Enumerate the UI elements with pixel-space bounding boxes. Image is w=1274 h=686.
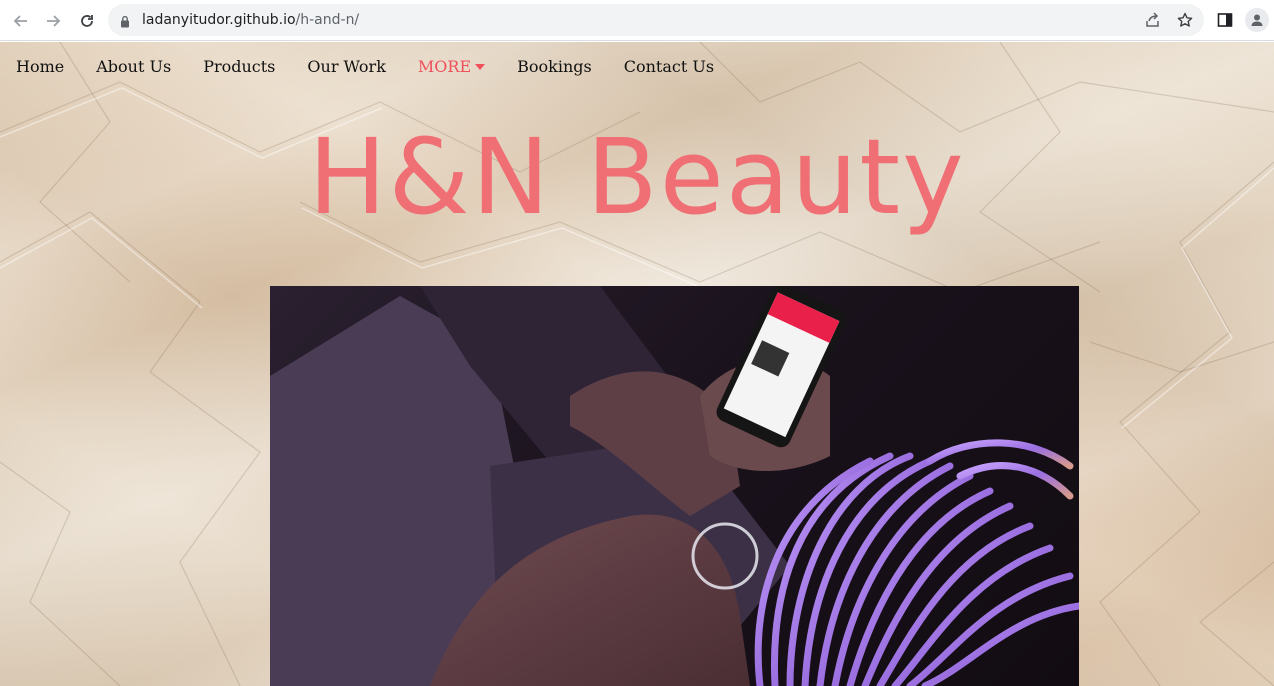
browser-toolbar: ladanyitudor.github.io/h-and-n/ xyxy=(0,0,1274,41)
nav-bookings[interactable]: Bookings xyxy=(517,56,592,78)
share-icon[interactable] xyxy=(1144,11,1162,29)
forward-icon[interactable] xyxy=(40,8,66,34)
nav-more-dropdown[interactable]: MORE xyxy=(417,56,486,78)
lock-icon[interactable] xyxy=(120,13,130,32)
brand-title: H&N Beauty xyxy=(308,116,966,238)
page-body: Home About Us Products Our Work MORE Boo… xyxy=(0,42,1274,686)
side-panel-icon[interactable] xyxy=(1213,8,1237,32)
nav-about-us[interactable]: About Us xyxy=(96,56,171,78)
star-icon[interactable] xyxy=(1176,11,1194,29)
url-host: ladanyitudor.github.io xyxy=(142,12,296,28)
hero-photo-illustration xyxy=(270,286,1079,686)
back-icon[interactable] xyxy=(8,8,34,34)
nav-our-work[interactable]: Our Work xyxy=(307,56,386,78)
nav-products[interactable]: Products xyxy=(203,56,275,78)
nav-home[interactable]: Home xyxy=(16,56,64,78)
nav-contact-us[interactable]: Contact Us xyxy=(624,56,714,78)
url-text[interactable]: ladanyitudor.github.io/h-and-n/ xyxy=(142,12,359,28)
main-nav: Home About Us Products Our Work MORE Boo… xyxy=(16,56,746,78)
hero-image xyxy=(270,286,1079,686)
address-bar[interactable]: ladanyitudor.github.io/h-and-n/ xyxy=(108,4,1204,36)
profile-icon[interactable] xyxy=(1245,8,1269,32)
caret-down-icon xyxy=(475,64,486,70)
nav-more-label: MORE xyxy=(417,57,472,76)
reload-icon[interactable] xyxy=(74,8,100,34)
url-path: /h-and-n/ xyxy=(295,12,360,28)
